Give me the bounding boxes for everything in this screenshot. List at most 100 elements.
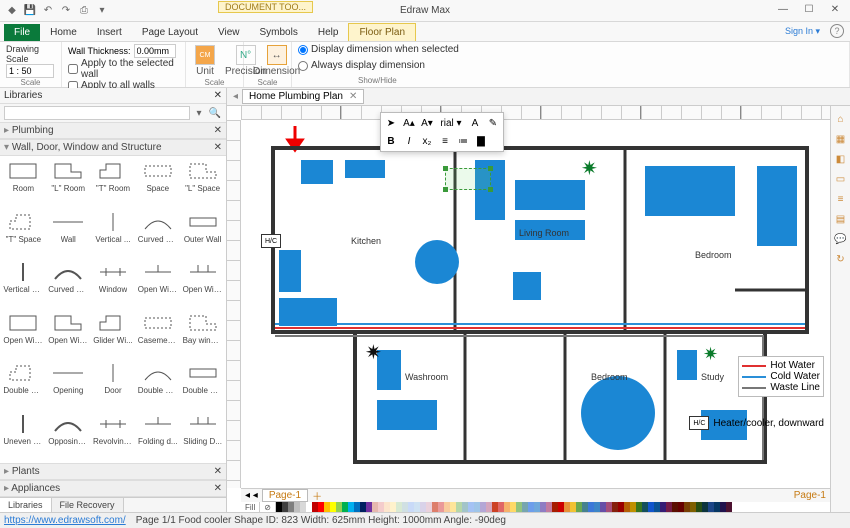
tab-home[interactable]: Home <box>40 24 87 41</box>
shape-item[interactable]: Door <box>92 362 135 409</box>
shape-item[interactable]: Room <box>2 160 45 207</box>
shape-item[interactable]: "L" Space <box>181 160 224 207</box>
shape-item[interactable]: Double D... <box>181 362 224 409</box>
history-icon[interactable]: ↻ <box>834 252 848 266</box>
camera-icon[interactable]: ⎙ <box>76 3 92 19</box>
tab-help[interactable]: Help <box>308 24 349 41</box>
save-icon[interactable]: 💾 <box>22 3 38 19</box>
page-nav[interactable]: ◂ ◂ <box>245 490 258 501</box>
shape-item[interactable]: "L" Room <box>47 160 90 207</box>
shape-item[interactable]: "T" Room <box>92 160 135 207</box>
page-tab-dup[interactable]: Page-1 <box>794 490 826 501</box>
redo-icon[interactable]: ↷ <box>58 3 74 19</box>
clear-format-icon[interactable]: ✎ <box>485 115 501 131</box>
theme-icon[interactable]: ◧ <box>834 152 848 166</box>
add-page-icon[interactable]: ＋ <box>312 488 322 503</box>
furniture[interactable] <box>301 160 333 184</box>
comment-icon[interactable]: 💬 <box>834 232 848 246</box>
shape-item[interactable]: Curved O... <box>47 261 90 308</box>
subscript-icon[interactable]: x₂ <box>419 133 435 149</box>
shape-item[interactable]: Bay window <box>181 312 224 359</box>
shape-item[interactable]: Outer Wall <box>181 211 224 258</box>
home-icon[interactable]: ⌂ <box>834 112 848 126</box>
shape-item[interactable]: Glider Wi... <box>92 312 135 359</box>
furniture[interactable] <box>279 250 301 292</box>
ruler-vertical[interactable] <box>227 120 241 488</box>
display-always-radio[interactable]: Always display dimension <box>298 60 843 71</box>
shape-item[interactable]: Curved W... <box>136 211 179 258</box>
page-tab[interactable]: Page-1 <box>262 489 308 502</box>
close-section-icon[interactable]: ✕ <box>214 483 222 494</box>
shape-item[interactable]: Open Win... <box>2 312 45 359</box>
furniture[interactable] <box>581 376 655 450</box>
furniture[interactable] <box>345 160 385 178</box>
italic-icon[interactable]: I <box>401 133 417 149</box>
shape-item[interactable]: Vertical O... <box>2 261 45 308</box>
unit-button[interactable]: CMUnit <box>192 44 218 78</box>
help-icon[interactable]: ? <box>830 24 844 38</box>
shape-item[interactable]: Double C... <box>2 362 45 409</box>
pointer-icon[interactable]: ➤ <box>383 115 399 131</box>
shape-item[interactable]: Uneven D... <box>2 413 45 460</box>
shape-item[interactable]: Opening <box>47 362 90 409</box>
shape-item[interactable]: Window <box>92 261 135 308</box>
maximize-button[interactable]: ☐ <box>796 0 822 18</box>
tab-page-layout[interactable]: Page Layout <box>132 24 208 41</box>
sidebar-tab-libraries[interactable]: Libraries <box>0 498 52 512</box>
status-url[interactable]: https://www.edrawsoft.com/ <box>4 515 126 526</box>
shape-item[interactable]: "T" Space <box>2 211 45 258</box>
dropdown-icon[interactable]: ▾ <box>192 106 206 120</box>
qat-toggle-icon[interactable]: ▾ <box>94 3 110 19</box>
search-icon[interactable]: 🔍 <box>208 106 222 120</box>
document-tab[interactable]: Home Plumbing Plan✕ <box>242 89 364 104</box>
undo-icon[interactable]: ↶ <box>40 3 56 19</box>
font-color-icon[interactable]: A <box>467 115 483 131</box>
shape-item[interactable]: Sliding D... <box>181 413 224 460</box>
highlight-icon[interactable]: ▇ <box>473 133 489 149</box>
tab-file[interactable]: File <box>4 24 40 41</box>
furniture[interactable] <box>415 240 459 284</box>
format-icon[interactable]: ▦ <box>834 132 848 146</box>
color-swatch[interactable] <box>726 502 732 512</box>
minimize-button[interactable]: — <box>770 0 796 18</box>
align-icon[interactable]: ≡ <box>437 133 453 149</box>
ruler-horizontal[interactable] <box>241 106 850 120</box>
apply-selected-check[interactable]: Apply to the selected wall <box>68 58 179 80</box>
wall-thickness-input[interactable] <box>134 44 176 58</box>
shape-item[interactable]: Double H... <box>136 362 179 409</box>
furniture[interactable] <box>757 166 797 246</box>
shape-item[interactable]: Folding d... <box>136 413 179 460</box>
furniture[interactable] <box>513 272 541 300</box>
hc-symbol[interactable]: H/C <box>261 234 281 248</box>
font-larger-icon[interactable]: A▴ <box>401 115 417 131</box>
sign-in-link[interactable]: Sign In ▾ <box>785 26 820 37</box>
shape-item[interactable]: Open Win... <box>47 312 90 359</box>
bullet-icon[interactable]: ≔ <box>455 133 471 149</box>
image-icon[interactable]: ▤ <box>834 212 848 226</box>
shape-item[interactable]: Vertical ... <box>92 211 135 258</box>
shape-item[interactable]: Wall <box>47 211 90 258</box>
floating-format-toolbar[interactable]: ➤ A▴ A▾ rial ▾ A ✎ B I x₂ ≡ ≔ ▇ <box>380 112 504 152</box>
close-section-icon[interactable]: ✕ <box>214 142 222 153</box>
section-plumbing[interactable]: ▸ Plumbing✕ <box>0 122 226 139</box>
library-search-input[interactable] <box>4 106 190 120</box>
close-section-icon[interactable]: ✕ <box>214 125 222 136</box>
section-plants[interactable]: ▸ Plants✕ <box>0 463 226 480</box>
drawing-scale-input[interactable] <box>6 64 54 78</box>
shape-item[interactable]: Revolving... <box>92 413 135 460</box>
close-section-icon[interactable]: ✕ <box>214 466 222 477</box>
tab-floor-plan[interactable]: Floor Plan <box>348 23 416 41</box>
furniture[interactable] <box>515 180 585 210</box>
font-family[interactable]: rial ▾ <box>437 115 465 131</box>
drawing-canvas[interactable]: ✷ ✷ ✷ Kitchen Living Room Bedroom Washro… <box>241 120 830 488</box>
close-libraries-icon[interactable]: ✕ <box>214 90 222 101</box>
tab-nav-left[interactable]: ◂ <box>233 91 238 102</box>
tab-insert[interactable]: Insert <box>87 24 132 41</box>
shape-item[interactable]: Open Win... <box>136 261 179 308</box>
furniture[interactable] <box>377 400 437 430</box>
furniture[interactable] <box>279 298 337 326</box>
shape-item[interactable]: Open Win... <box>181 261 224 308</box>
section-appliances[interactable]: ▸ Appliances✕ <box>0 480 226 497</box>
shape-item[interactable]: Casement... <box>136 312 179 359</box>
bold-icon[interactable]: B <box>383 133 399 149</box>
